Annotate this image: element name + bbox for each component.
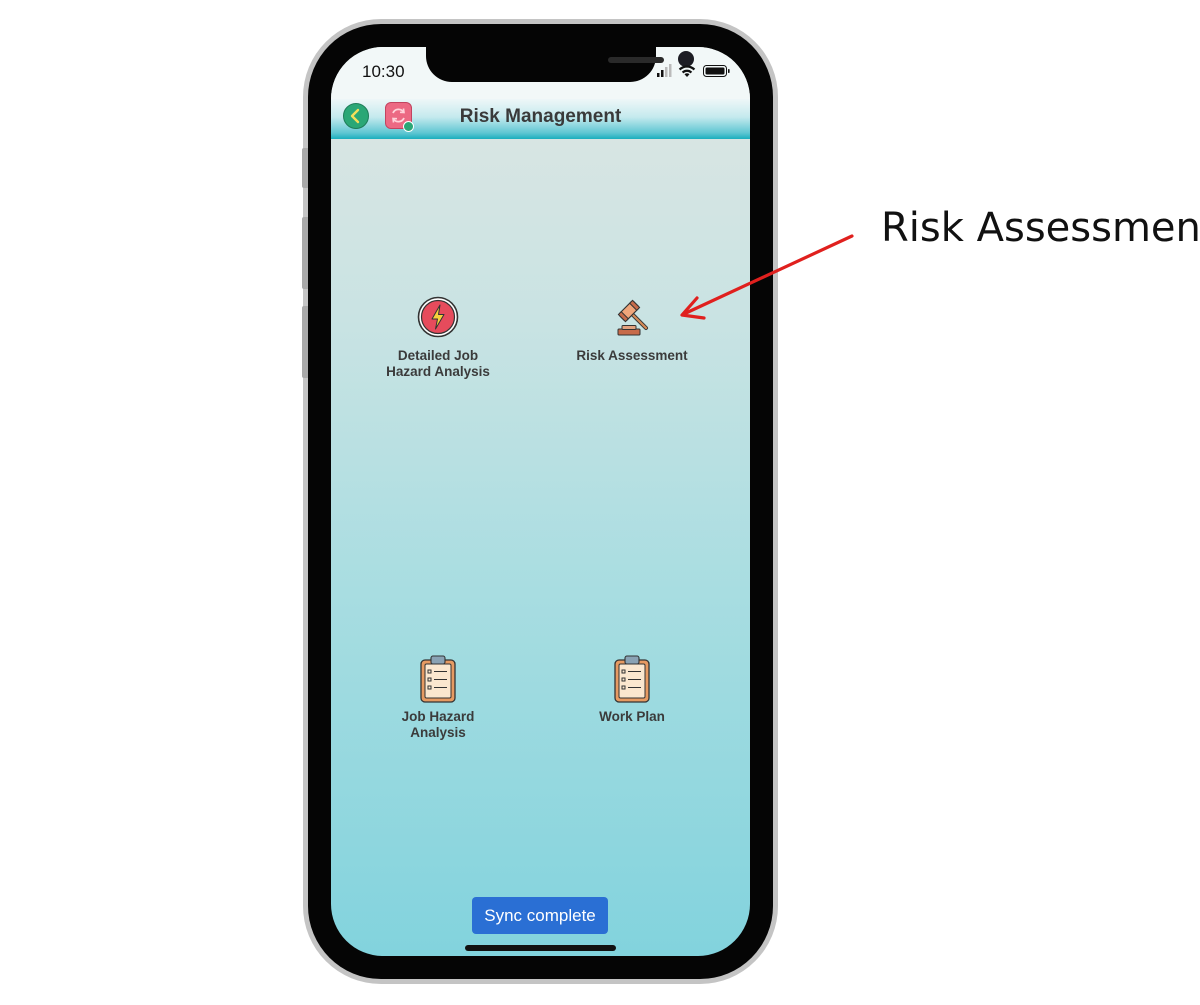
annotation-arrow xyxy=(680,234,854,320)
annotation-label: Risk Assessment xyxy=(881,205,1200,251)
